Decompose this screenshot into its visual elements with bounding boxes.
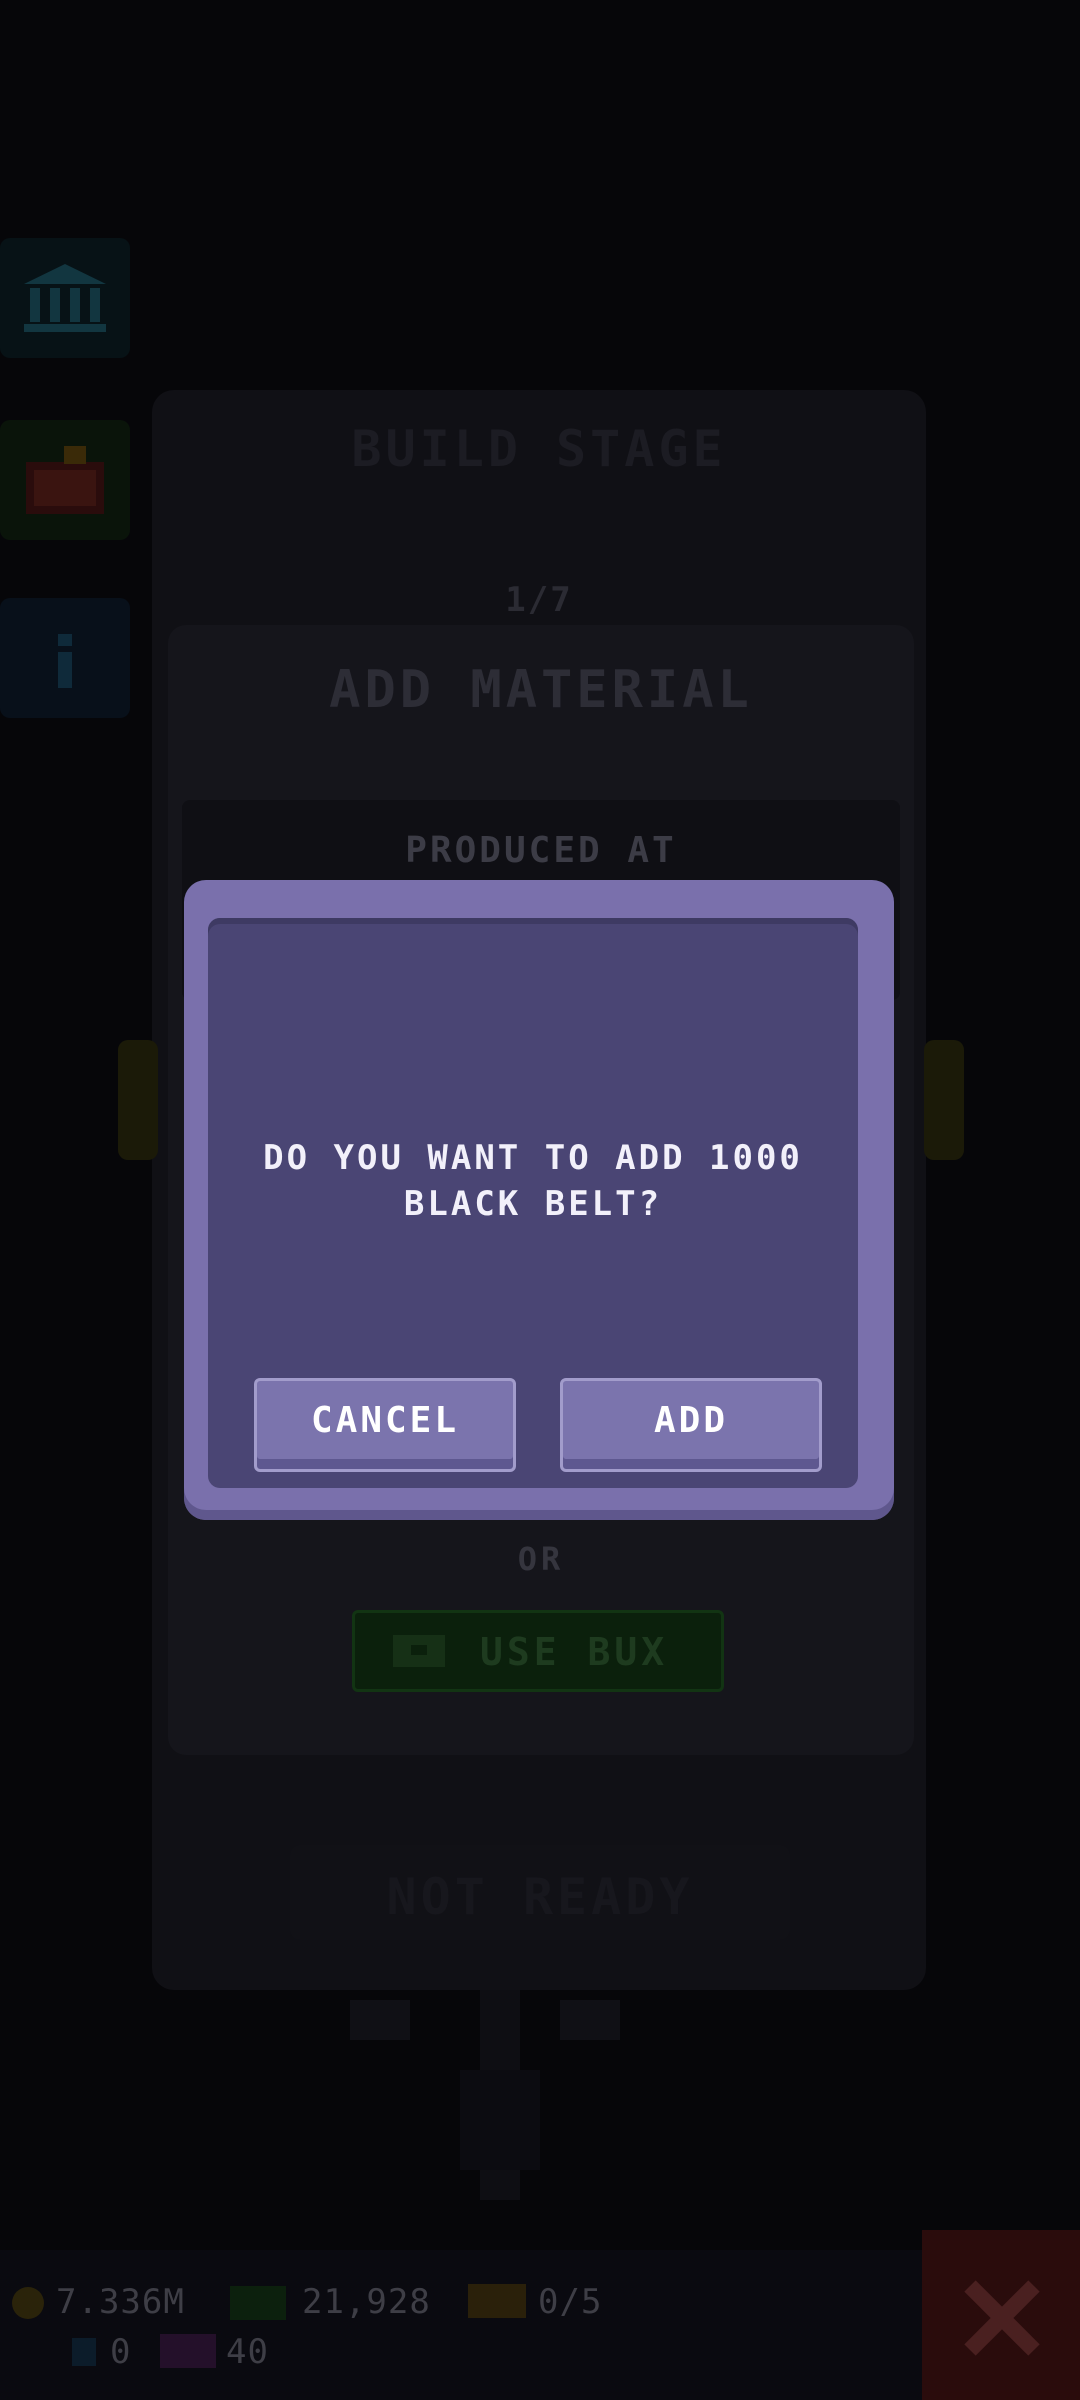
cancel-button[interactable]: CANCEL	[254, 1378, 516, 1472]
coins-value: 7.336M	[56, 2282, 185, 2322]
gem-icon	[72, 2338, 96, 2366]
cash-icon	[230, 2286, 286, 2320]
cash-value: 21,928	[302, 2282, 431, 2322]
confirm-message: DO YOU WANT TO ADD 1000 BLACK BELT?	[263, 1138, 803, 1224]
museum-button[interactable]	[0, 238, 130, 358]
build-stage-title: BUILD STAGE	[351, 420, 727, 478]
resource-bar	[0, 2250, 930, 2400]
next-arrow-button[interactable]	[924, 1040, 964, 1160]
or-label: OR	[517, 1540, 565, 1578]
workers-artwork	[350, 1990, 620, 2200]
add-button-label: ADD	[653, 1400, 729, 1441]
not-ready-label: NOT READY	[386, 1868, 694, 1926]
video-icon	[26, 446, 104, 514]
tickets-value: 0/5	[538, 2282, 603, 2322]
tv-icon	[160, 2334, 216, 2368]
add-button[interactable]: ADD	[560, 1378, 822, 1472]
close-icon	[964, 2280, 1040, 2356]
video-reward-button[interactable]	[0, 420, 130, 540]
info-button[interactable]	[0, 598, 130, 718]
ticket-icon	[468, 2284, 526, 2318]
bux-icon	[393, 1635, 445, 1667]
prev-arrow-button[interactable]	[118, 1040, 158, 1160]
build-stage-progress: 1/7	[505, 580, 573, 620]
add-material-title: ADD MATERIAL	[329, 660, 753, 720]
info-icon	[58, 634, 72, 688]
use-bux-label: USE BUX	[480, 1630, 669, 1674]
produced-at-label: PRODUCED AT	[405, 830, 677, 871]
close-button[interactable]	[922, 2230, 1080, 2400]
cancel-button-label: CANCEL	[310, 1400, 460, 1441]
tv-value: 40	[226, 2332, 269, 2372]
coin-icon	[12, 2287, 44, 2319]
museum-icon	[24, 264, 106, 332]
gems-value: 0	[110, 2332, 132, 2372]
